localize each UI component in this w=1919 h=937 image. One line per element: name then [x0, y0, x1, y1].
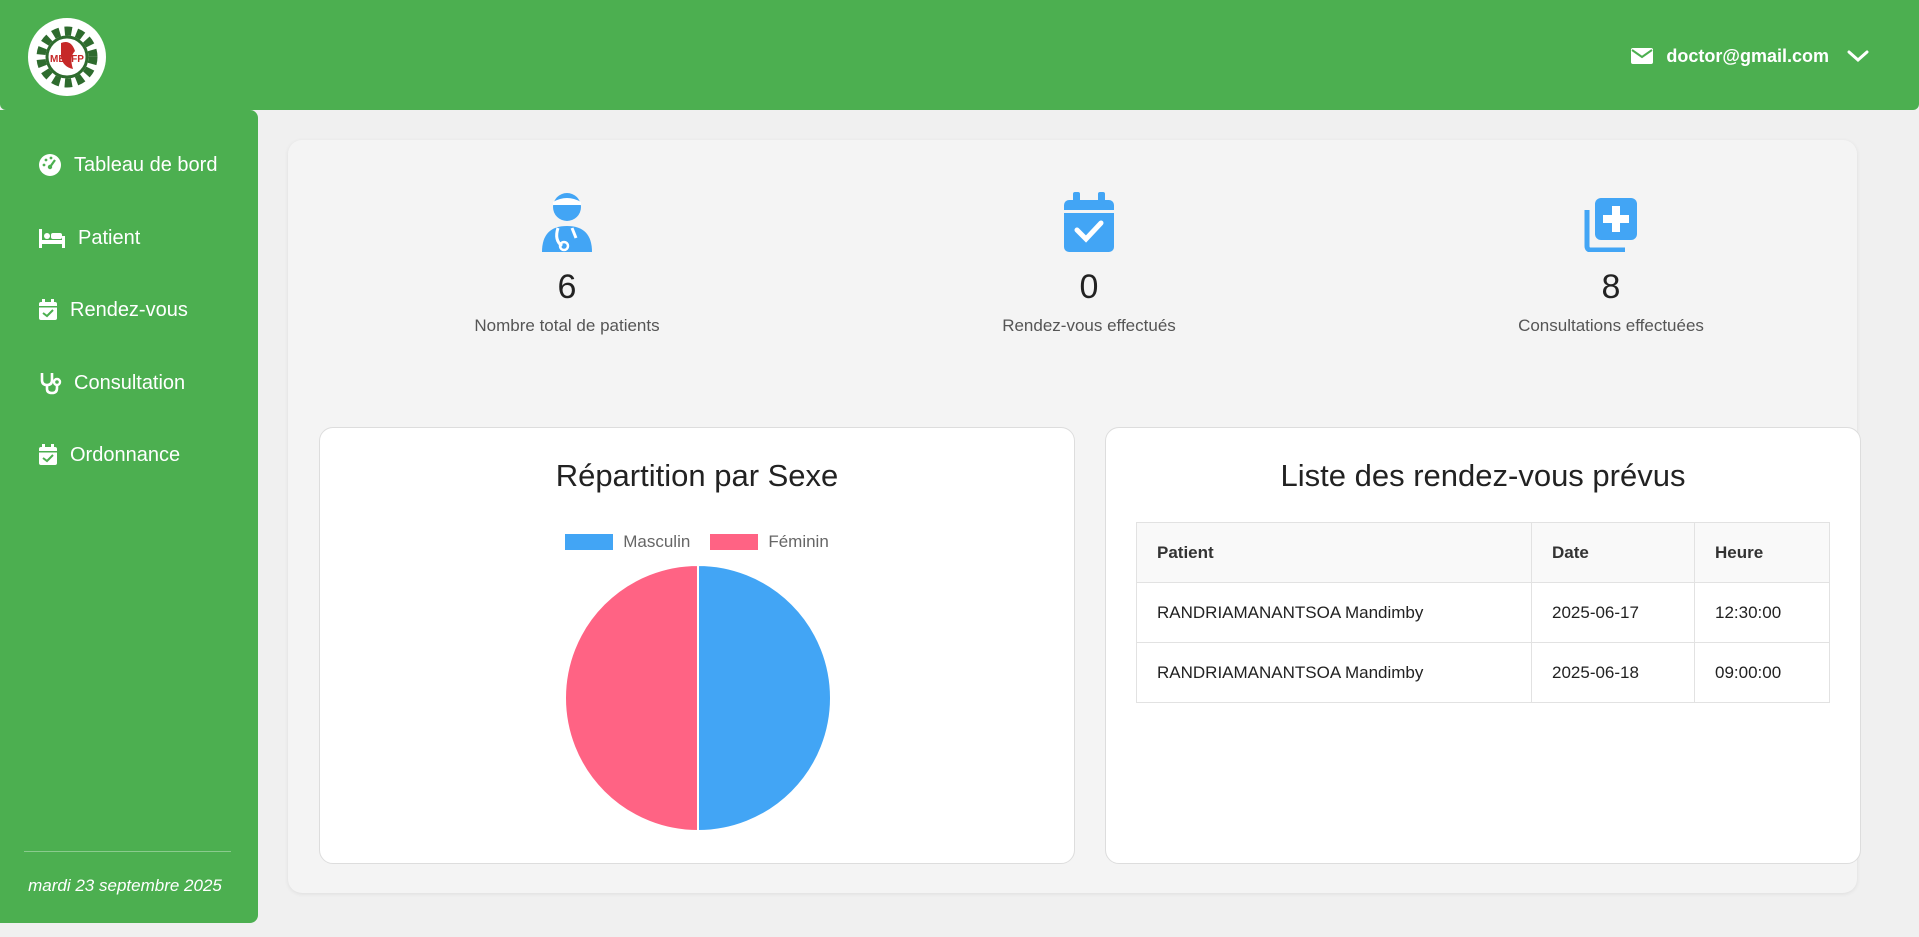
calendar-check-icon: [39, 299, 57, 320]
cell-heure: 09:00:00: [1694, 642, 1830, 703]
sidebar-item-label: Rendez-vous: [70, 298, 188, 321]
sidebar-item-rendez-vous[interactable]: Rendez-vous: [38, 290, 188, 330]
cell-date: 2025-06-17: [1531, 582, 1695, 643]
table-header-row: Patient Date Heure: [1136, 522, 1830, 583]
calendar-check-icon: [1064, 192, 1114, 252]
sex-distribution-card: Répartition par Sexe Masculin Féminin: [319, 427, 1075, 864]
current-date: mardi 23 septembre 2025: [28, 876, 222, 895]
logo-text: METFP: [50, 54, 84, 65]
stat-consultations-done: 8 Consultations effectuées: [1461, 188, 1761, 336]
sidebar-divider: [24, 851, 231, 852]
bed-icon: [39, 229, 65, 248]
sidebar-item-label: Tableau de bord: [74, 153, 218, 176]
column-header-patient: Patient: [1136, 522, 1532, 583]
gear-logo-icon: METFP: [36, 26, 98, 88]
stat-value: 8: [1601, 268, 1621, 306]
card-title: Liste des rendez-vous prévus: [1280, 458, 1686, 493]
pie-slice-masculin[interactable]: [697, 563, 832, 833]
user-email: doctor@gmail.com: [1666, 45, 1829, 66]
stat-value: 0: [1079, 268, 1099, 306]
cell-patient: RANDRIAMANANTSOA Mandimby: [1136, 642, 1532, 703]
table-row[interactable]: RANDRIAMANANTSOA Mandimby 2025-06-18 09:…: [1136, 642, 1830, 703]
sidebar-item-consultation[interactable]: Consultation: [38, 363, 185, 403]
stat-label: Rendez-vous effectués: [1002, 316, 1176, 335]
sidebar-item-label: Patient: [78, 226, 141, 249]
sidebar-item-ordonnance[interactable]: Ordonnance: [38, 435, 180, 475]
cell-date: 2025-06-18: [1531, 642, 1695, 703]
cell-patient: RANDRIAMANANTSOA Mandimby: [1136, 582, 1532, 643]
calendar-check-icon: [39, 444, 57, 465]
notes-medical-plus-icon: [1584, 198, 1637, 252]
main-panel: 6 Nombre total de patients 0 Rendez-vous…: [288, 140, 1861, 893]
chevron-down-icon[interactable]: [1847, 49, 1869, 63]
pie-slice-feminin[interactable]: [564, 563, 699, 833]
sidebar-item-tableau-de-bord[interactable]: Tableau de bord: [38, 145, 217, 185]
top-bar: METFP doctor@gmail.com: [0, 0, 1919, 110]
sidebar-item-label: Consultation: [74, 371, 186, 394]
stat-label: Consultations effectuées: [1518, 316, 1704, 335]
stat-appointments-done: 0 Rendez-vous effectués: [939, 188, 1239, 336]
appointments-table: Patient Date Heure RANDRIAMANANTSOA Mand…: [1136, 522, 1830, 703]
sex-pie-chart: [564, 563, 832, 833]
stethoscope-icon: [40, 373, 62, 395]
column-header-date: Date: [1531, 522, 1695, 583]
user-menu[interactable]: doctor@gmail.com: [1630, 40, 1869, 72]
app-logo[interactable]: METFP: [28, 18, 106, 96]
sidebar-item-patient[interactable]: Patient: [38, 218, 140, 258]
sidebar-item-label: Ordonnance: [70, 443, 181, 466]
table-row[interactable]: RANDRIAMANANTSOA Mandimby 2025-06-17 12:…: [1136, 582, 1830, 643]
stat-value: 6: [557, 268, 577, 306]
gauge-icon: [39, 154, 61, 176]
cell-heure: 12:30:00: [1694, 582, 1830, 643]
column-header-heure: Heure: [1694, 522, 1830, 583]
appointments-card: Liste des rendez-vous prévus Patient Dat…: [1105, 427, 1861, 864]
stat-total-patients: 6 Nombre total de patients: [417, 188, 717, 336]
user-doctor-icon: [542, 193, 592, 252]
sidebar: Tableau de bord Patient Rendez-vous Cons…: [0, 110, 258, 923]
stat-label: Nombre total de patients: [474, 316, 660, 335]
envelope-icon: [1631, 48, 1654, 64]
